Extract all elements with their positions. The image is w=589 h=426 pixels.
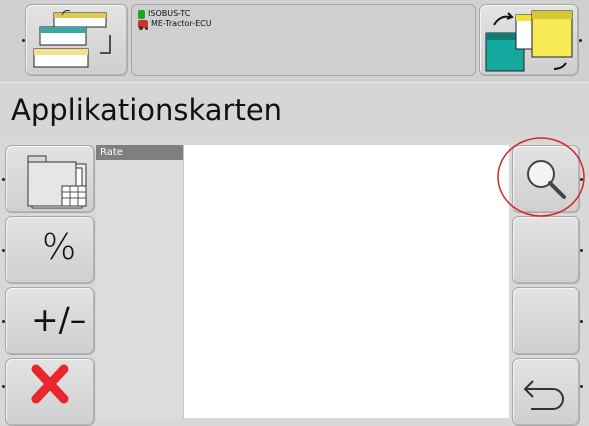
highlight-circle [497,137,585,217]
status-text-isobus: ISOBUS-TC [148,9,191,18]
status-text-tractor: ME-Tractor-ECU [151,19,212,28]
window-layout-icon [33,10,111,68]
cancel-icon [31,364,69,404]
percent-label: % [42,227,77,268]
folder-icon [27,155,87,209]
map-area[interactable] [184,145,509,418]
cancel-button[interactable] [2,358,95,426]
percent-button[interactable]: % [2,216,95,284]
title-bar: Applikationskarten [0,82,589,142]
open-folder-button[interactable] [2,145,95,213]
status-panel: ISOBUS-TC ME-Tractor-ECU [131,4,476,76]
plus-minus-label: +/– [31,300,87,339]
screen-switch-button[interactable] [479,4,582,76]
green-device-icon [138,9,145,19]
rate-column-header: Rate [96,145,183,160]
back-arrow-icon [523,380,564,410]
screen-swap-icon [485,10,573,72]
page-title: Applikationskarten [11,93,283,127]
back-button[interactable] [512,358,583,426]
rate-list-panel[interactable]: Rate [96,145,184,418]
plus-minus-button[interactable]: +/– [2,287,95,355]
layout-switch-button[interactable] [22,4,128,76]
status-line-isobus: ISOBUS-TC [138,9,469,19]
tractor-icon [138,20,148,30]
right-button-3[interactable] [512,287,583,355]
status-line-tractor: ME-Tractor-ECU [138,19,469,30]
right-button-2[interactable] [512,216,583,284]
